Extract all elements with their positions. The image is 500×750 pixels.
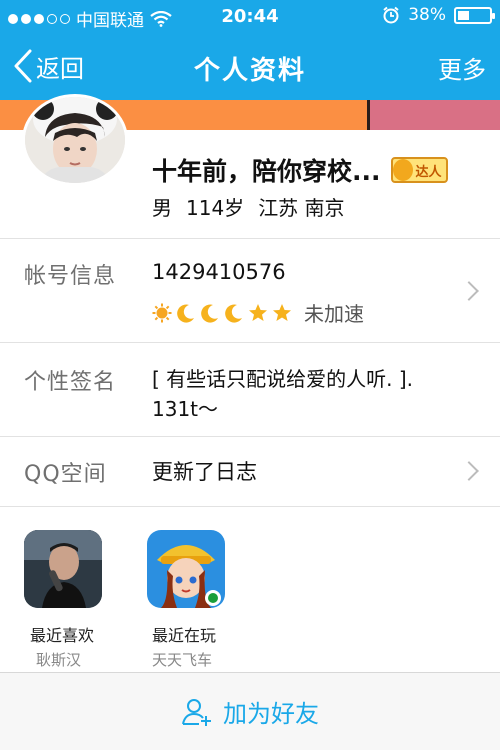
speed-status: 未加速 [304,302,364,326]
age: 114岁 [186,196,245,220]
star-icon [273,303,291,321]
profile-meta: 男 114岁 江苏 南京 [152,192,345,221]
recent-liked-name: 耿斯汉 [36,651,82,669]
singer-photo [24,530,102,608]
location: 江苏 南京 [258,196,345,220]
game-icon [147,530,225,608]
divider [0,238,500,239]
gender: 男 [152,196,172,220]
recent-played-tile[interactable] [147,530,225,608]
nav-bar: 返回 个人资料 更多 [0,34,500,100]
moon-icon [225,304,242,323]
qzone-label: QQ空间 [24,462,107,487]
chevron-right-icon [459,281,479,301]
qq-number: 1429410576 [152,260,286,284]
divider [0,342,500,343]
alarm-icon [383,6,399,24]
status-right: 38% [382,5,495,25]
medal-icon [392,159,413,181]
avatar-photo [25,97,125,183]
recent-played-label: 最近在玩 [152,626,217,645]
account-info-label: 帐号信息 [24,264,117,289]
top-bar: 中国联通 20:44 38% 返回 个人资料 更多 [0,0,500,100]
battery-icon [454,6,495,24]
recent-played-name: 天天飞车 [152,651,213,669]
star-icon [249,303,267,321]
profile-name: 十年前，陪你穿校... [152,157,381,186]
qq-level-icons: 未加速 [152,298,364,327]
recent-liked-label: 最近喜欢 [30,626,95,645]
chevron-right-icon [459,461,479,481]
qzone-value: 更新了日志 [152,460,257,484]
divider [0,436,500,437]
status-bar: 中国联通 20:44 38% [0,0,500,34]
add-friend-button[interactable]: 加为好友 [0,672,500,750]
signature-text: [ 有些话只配说给爱的人听. ]. 131t～ [152,367,414,421]
recent-liked-tile[interactable] [24,530,102,608]
battery-percent: 38% [408,5,446,25]
profile-name-line: 十年前，陪你穿校... 达人 [152,152,448,188]
sun-icon [152,303,172,322]
add-friend-label: 加为好友 [223,700,319,728]
badge-label: 达人 [415,164,442,180]
page-title: 个人资料 [193,56,306,86]
add-user-icon [182,698,211,726]
expert-badge[interactable]: 达人 [390,157,448,183]
avatar[interactable] [22,94,128,186]
moon-icon [201,304,218,323]
more-button[interactable]: 更多 [438,50,486,85]
moon-icon [177,304,194,323]
signature-label: 个性签名 [24,370,117,395]
divider [0,506,500,507]
